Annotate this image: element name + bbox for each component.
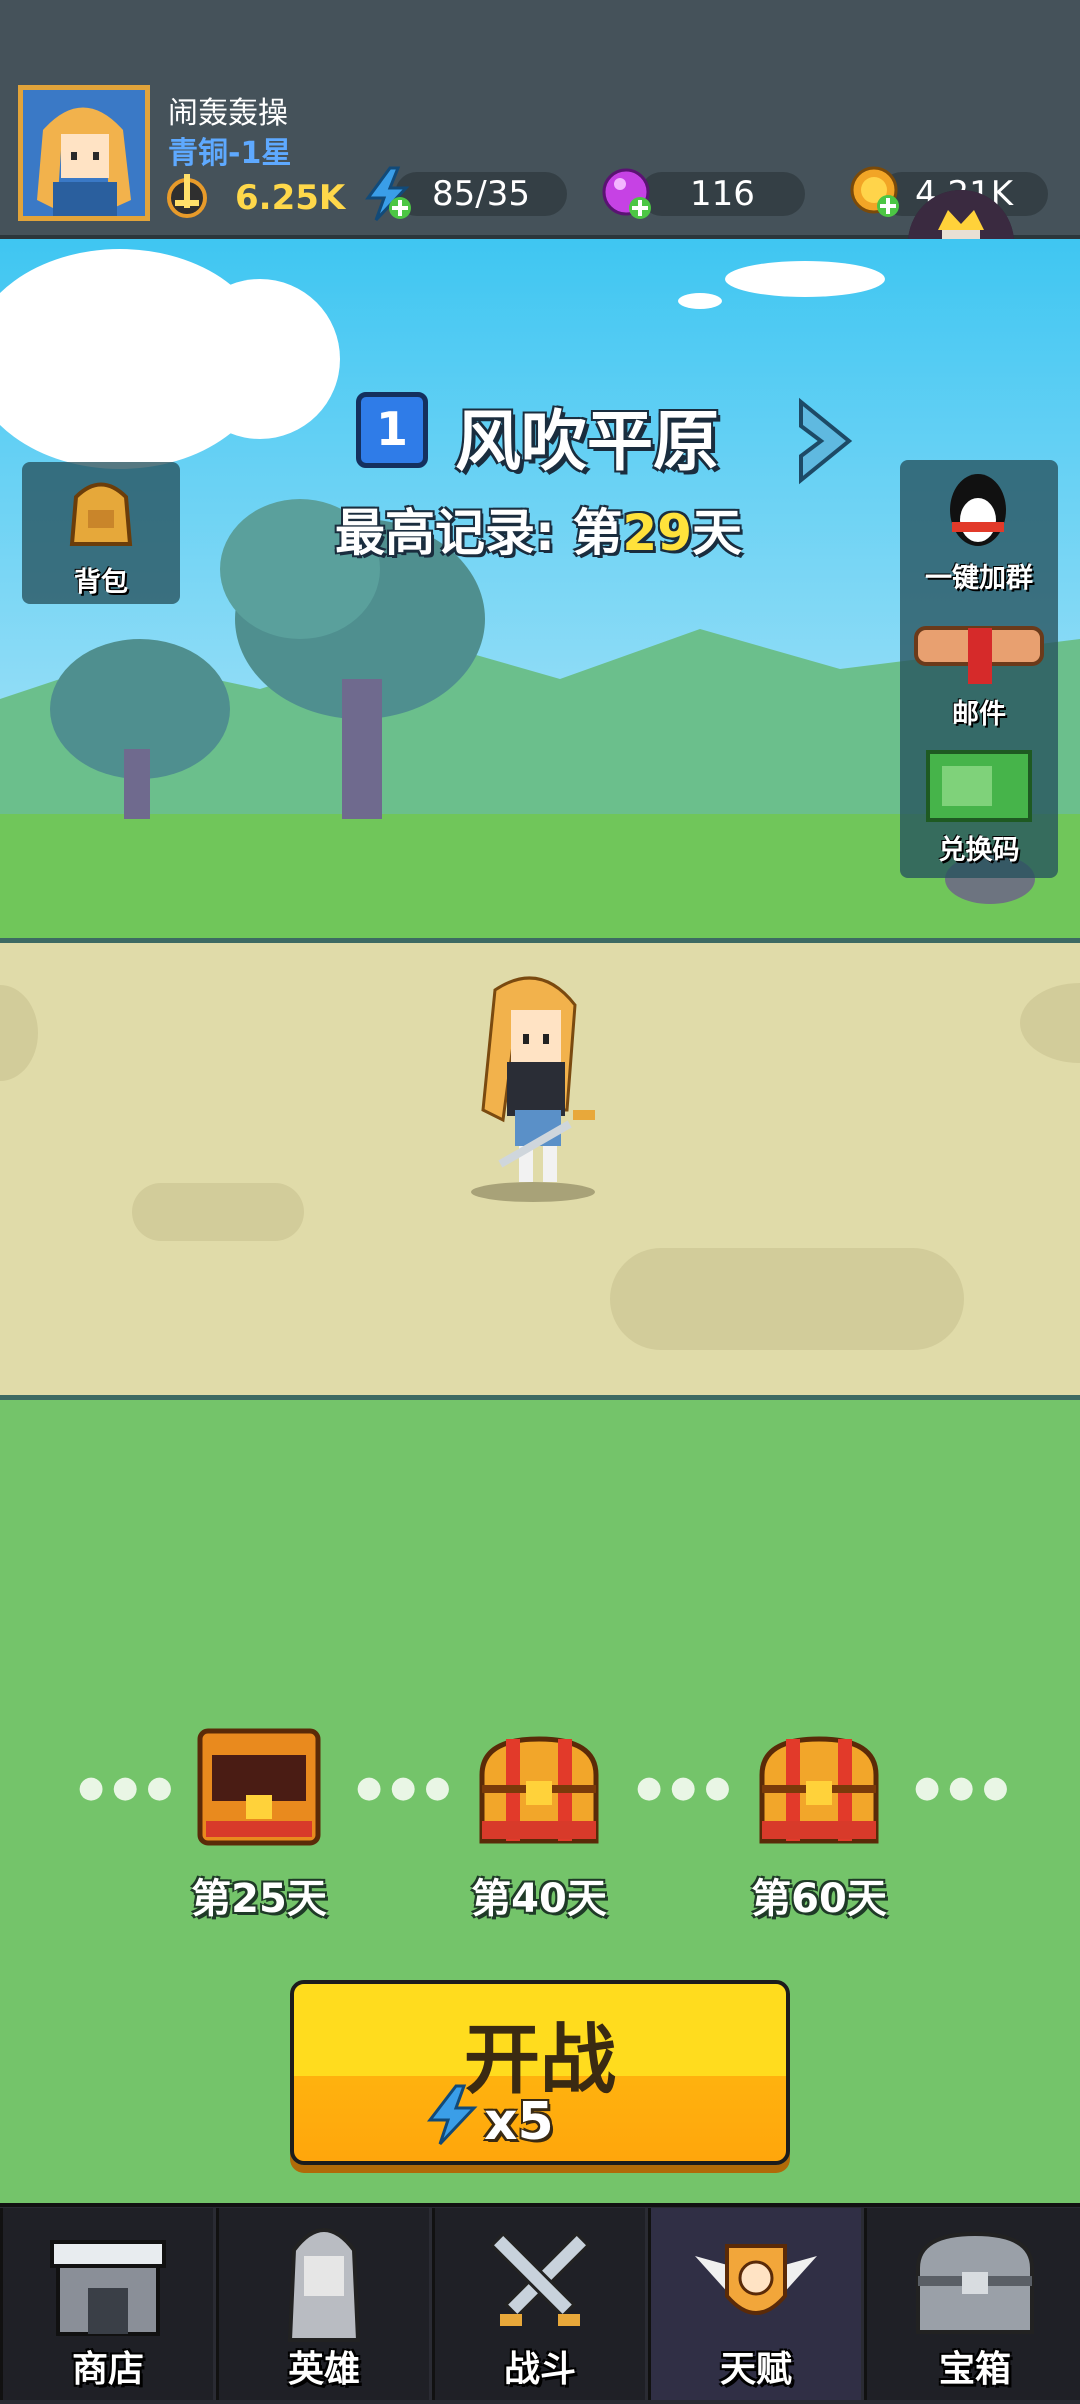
player-name: 闹轰轰操 — [168, 96, 288, 131]
chest-day25[interactable] — [196, 1725, 322, 1849]
tab-heroes-label: 英雄 — [287, 2349, 360, 2390]
gem-add-icon[interactable] — [600, 166, 656, 222]
best-record-suffix: 天 — [692, 504, 742, 562]
chest-day25-label: 第25天 — [191, 1876, 327, 1922]
tab-battle[interactable]: 战斗 — [432, 2208, 645, 2400]
stage-title: 风吹平原 — [455, 403, 719, 480]
progress-dots-1: ●●● — [78, 1770, 181, 1805]
power-value: 6.25K — [235, 178, 346, 218]
chest-day40[interactable] — [476, 1735, 602, 1847]
start-battle-button[interactable]: 开战 x5 — [290, 1980, 790, 2165]
tab-battle-label: 战斗 — [503, 2349, 576, 2390]
progress-dots-2: ●●● — [356, 1770, 459, 1805]
stage-number-badge: 1 — [356, 392, 428, 468]
energy-cost: x5 — [484, 2092, 554, 2152]
player-avatar[interactable] — [18, 85, 150, 221]
best-record-prefix: 最高记录: 第 — [335, 504, 623, 562]
tab-chest-label: 宝箱 — [938, 2349, 1011, 2390]
gold-add-icon[interactable] — [848, 164, 904, 220]
mail-button[interactable]: 邮件 — [900, 600, 1058, 730]
gem-counter: 116 — [640, 172, 805, 216]
chest-day60[interactable] — [756, 1735, 882, 1847]
energy-add-icon[interactable] — [360, 166, 416, 222]
join-group-label: 一键加群 — [925, 563, 1033, 594]
redeem-code-label: 兑换码 — [938, 835, 1020, 866]
power-icon — [165, 170, 209, 220]
energy-counter: 85/35 — [395, 172, 567, 216]
progress-dots-3: ●●● — [636, 1770, 739, 1805]
tab-shop[interactable]: 商店 — [0, 2208, 213, 2400]
chest-day60-label: 第60天 — [751, 1876, 887, 1922]
join-group-button[interactable]: 一键加群 — [900, 462, 1058, 594]
tab-chest[interactable]: 宝箱 — [864, 2208, 1080, 2400]
progress-dots-4: ●●● — [914, 1770, 1017, 1805]
backpack-label: 背包 — [74, 567, 128, 598]
redeem-code-button[interactable]: 兑换码 — [900, 740, 1058, 870]
chest-day40-label: 第40天 — [471, 1876, 607, 1922]
player-rank: 青铜-1星 — [168, 136, 292, 171]
tab-talent-label: 天赋 — [719, 2349, 792, 2390]
tab-heroes[interactable]: 英雄 — [216, 2208, 429, 2400]
best-record: 最高记录: 第29天 — [335, 493, 742, 565]
tab-shop-label: 商店 — [71, 2349, 144, 2390]
hero-character — [455, 970, 615, 1205]
backpack-button[interactable]: 背包 — [22, 462, 180, 604]
energy-icon — [424, 2084, 480, 2146]
tab-talent[interactable]: 天赋 — [648, 2208, 861, 2400]
best-record-day: 29 — [622, 504, 692, 562]
mail-label: 邮件 — [952, 699, 1006, 730]
next-stage-arrow-icon[interactable] — [795, 396, 855, 486]
